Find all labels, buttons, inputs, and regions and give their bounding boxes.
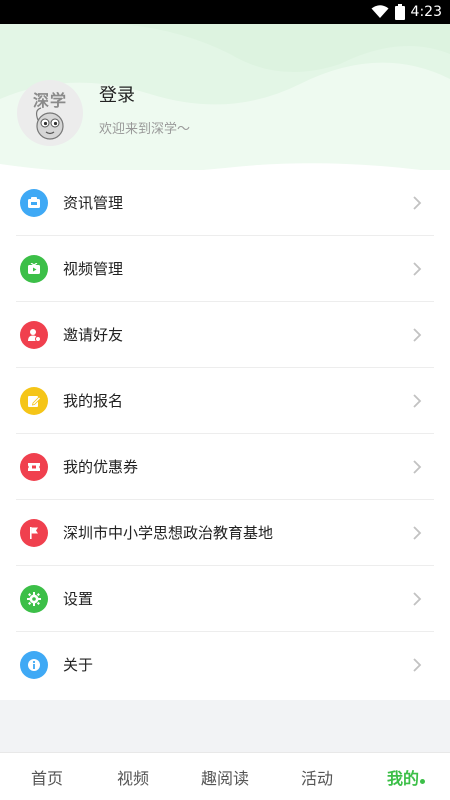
- tab-mine-label: 我的: [386, 769, 419, 788]
- menu-item-my-coupons[interactable]: 我的优惠券: [0, 434, 450, 500]
- tab-fun-reading[interactable]: 趣阅读: [190, 753, 260, 800]
- menu-label: 我的报名: [63, 392, 124, 410]
- menu-item-about[interactable]: 关于: [0, 632, 450, 698]
- wifi-icon: [371, 5, 389, 18]
- chevron-right-icon: [413, 460, 422, 474]
- menu-label: 邀请好友: [63, 326, 124, 344]
- menu-label: 我的优惠券: [63, 458, 139, 476]
- menu-item-news-management[interactable]: 资讯管理: [0, 170, 450, 236]
- chevron-right-icon: [413, 262, 422, 276]
- menu-label: 设置: [63, 590, 94, 608]
- tab-home[interactable]: 首页: [16, 753, 78, 800]
- avatar[interactable]: 深学: [17, 80, 83, 146]
- mascot-icon: [35, 107, 64, 140]
- flag-icon: [20, 519, 48, 547]
- tab-activity[interactable]: 活动: [286, 753, 348, 800]
- tab-video[interactable]: 视频: [102, 753, 164, 800]
- signup-edit-icon: [20, 387, 48, 415]
- tab-mine[interactable]: 我的: [372, 753, 434, 800]
- chevron-right-icon: [413, 394, 422, 408]
- menu-label: 关于: [63, 656, 94, 674]
- menu-item-my-signup[interactable]: 我的报名: [0, 368, 450, 434]
- login-link[interactable]: 登录: [99, 81, 135, 107]
- status-bar: 4:23: [0, 0, 450, 24]
- chevron-right-icon: [413, 196, 422, 210]
- invite-friend-icon: [20, 321, 48, 349]
- menu-item-invite-friends[interactable]: 邀请好友: [0, 302, 450, 368]
- chevron-right-icon: [413, 526, 422, 540]
- info-icon: [20, 651, 48, 679]
- notification-dot: [420, 779, 425, 784]
- video-icon: [20, 255, 48, 283]
- gear-icon: [20, 585, 48, 613]
- chevron-right-icon: [413, 658, 422, 672]
- chevron-right-icon: [413, 328, 422, 342]
- profile-header: 深学 登录 欢迎来到深学〜: [0, 24, 450, 176]
- menu-item-education-base[interactable]: 深圳市中小学思想政治教育基地: [0, 500, 450, 566]
- menu-label: 深圳市中小学思想政治教育基地: [63, 524, 274, 542]
- menu-item-settings[interactable]: 设置: [0, 566, 450, 632]
- status-time: 4:23: [410, 4, 442, 20]
- chevron-right-icon: [413, 592, 422, 606]
- menu-list: 资讯管理 视频管理 邀请好友 我的报名 我的优惠券 深圳市中小学思想政治教育基地…: [0, 170, 450, 700]
- menu-label: 视频管理: [63, 260, 124, 278]
- battery-icon: [394, 4, 405, 20]
- news-icon: [20, 189, 48, 217]
- menu-label: 资讯管理: [63, 194, 124, 212]
- coupon-icon: [20, 453, 48, 481]
- bottom-tab-bar: 首页 视频 趣阅读 活动 我的: [0, 752, 450, 800]
- menu-item-video-management[interactable]: 视频管理: [0, 236, 450, 302]
- welcome-text: 欢迎来到深学〜: [99, 122, 191, 137]
